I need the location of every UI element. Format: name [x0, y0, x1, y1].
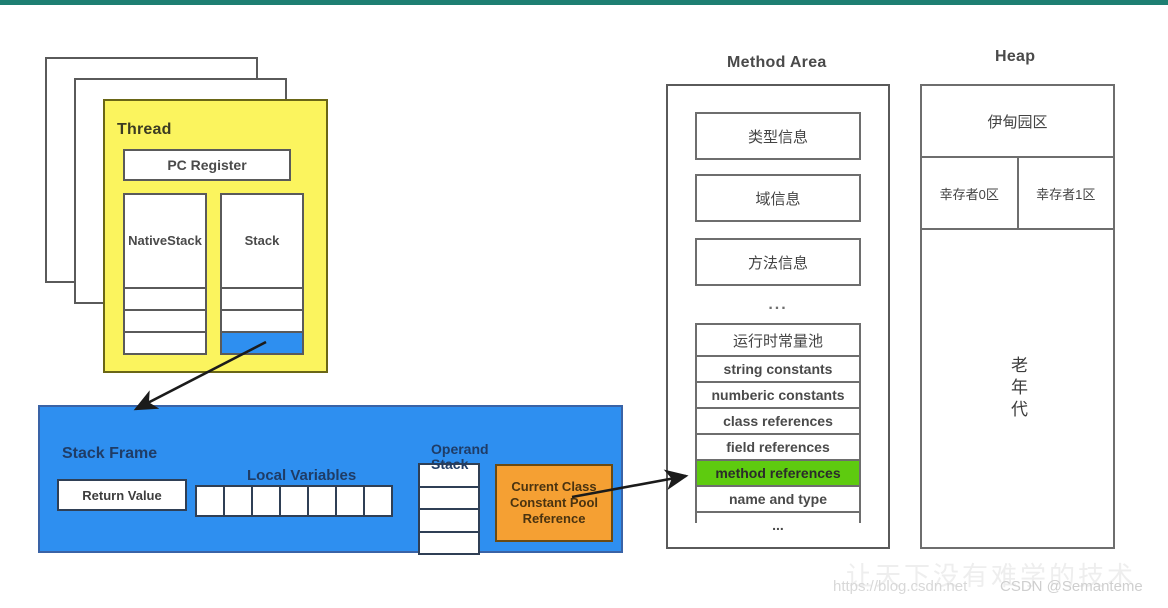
ccpr-line3: Reference [522, 511, 586, 527]
stack-frame-title: Stack Frame [62, 445, 158, 462]
operand-stack-cell [420, 510, 478, 533]
local-variable-slot [281, 487, 307, 515]
operand-stack-box: Operand Stack [418, 442, 489, 555]
native-stack-cell [125, 333, 205, 353]
stack-column: Stack [220, 193, 304, 355]
heap-title: Heap [995, 48, 1036, 65]
native-stack-label-line1: Native [128, 233, 168, 249]
thread-title: Thread [117, 121, 172, 138]
operand-stack-label: Operand Stack [431, 442, 489, 471]
heap-eden-region: 伊甸园区 [922, 86, 1113, 158]
thread-card[interactable]: Thread PC Register Native Stack Stack [103, 99, 328, 373]
pc-register-box: PC Register [123, 149, 291, 181]
cpool-row-method-references[interactable]: method references [697, 461, 859, 487]
local-variable-slot [365, 487, 391, 515]
method-area-item-type-info: 类型信息 [695, 112, 861, 160]
heap-survivor-regions: 幸存者0区 幸存者1区 [922, 158, 1113, 230]
local-variable-slot [309, 487, 335, 515]
method-area-item-field-info: 域信息 [695, 174, 861, 222]
operand-stack-cell [420, 487, 478, 510]
cpool-row-numberic-constants: numberic constants [697, 383, 859, 409]
heap-old-generation-region: 老年代 [922, 230, 1113, 547]
operand-stack-cell [420, 532, 478, 553]
local-variable-slot [253, 487, 279, 515]
heap-old-generation-label: 老年代 [1008, 355, 1027, 422]
native-stack-label: Native Stack [125, 195, 205, 289]
top-accent-bar [0, 0, 1168, 5]
method-area-ellipsis: ... [768, 296, 788, 313]
return-value-box: Return Value [57, 479, 187, 511]
heap-survivor-0-region: 幸存者0区 [922, 158, 1019, 228]
stack-cell [222, 289, 302, 311]
method-area-title: Method Area [727, 54, 827, 71]
cpool-row-name-and-type: name and type [697, 487, 859, 513]
cpool-row-string-constants: string constants [697, 357, 859, 383]
local-variable-slot [337, 487, 363, 515]
cpool-row-class-references: class references [697, 409, 859, 435]
watermark-csdn: CSDN @Semanteme [1000, 578, 1143, 595]
stack-cell-active [222, 333, 302, 353]
runtime-constant-pool-title: 运行时常量池 [697, 325, 859, 357]
runtime-constant-pool-box: 运行时常量池 string constants numberic constan… [695, 323, 861, 537]
local-variables-label: Local Variables [247, 467, 357, 484]
native-stack-column: Native Stack [123, 193, 207, 355]
method-area-item-method-info: 方法信息 [695, 238, 861, 286]
native-stack-cell [125, 311, 205, 333]
native-stack-label-line2: Stack [167, 233, 202, 249]
local-variable-slot [197, 487, 223, 515]
diagram-canvas: Thread PC Register Native Stack Stack St… [0, 0, 1168, 608]
operand-stack-label-line1: Operand [431, 441, 489, 457]
cpool-row-field-references: field references [697, 435, 859, 461]
ccpr-line1: Current Class [511, 478, 597, 494]
local-variable-slot [225, 487, 251, 515]
operand-stack-label-line2: Stack [431, 455, 469, 472]
stack-cell [222, 311, 302, 333]
cpool-row-ellipsis: ... [697, 513, 859, 537]
heap-survivor-1-region: 幸存者1区 [1036, 186, 1096, 202]
stack-label: Stack [222, 195, 302, 289]
local-variables-slots [195, 485, 393, 517]
heap-box: 伊甸园区 幸存者0区 幸存者1区 老年代 [920, 84, 1115, 549]
native-stack-cell [125, 289, 205, 311]
stack-frame-panel[interactable]: Stack Frame Return Value Local Variables… [38, 405, 623, 555]
watermark-url: https://blog.csdn.net [833, 578, 968, 595]
method-area-box: 类型信息 域信息 方法信息 ... 运行时常量池 string constant… [666, 84, 890, 549]
ccpr-line2: Constant Pool [509, 494, 599, 510]
current-class-constant-pool-reference[interactable]: Current Class Constant Pool Reference [495, 464, 613, 542]
